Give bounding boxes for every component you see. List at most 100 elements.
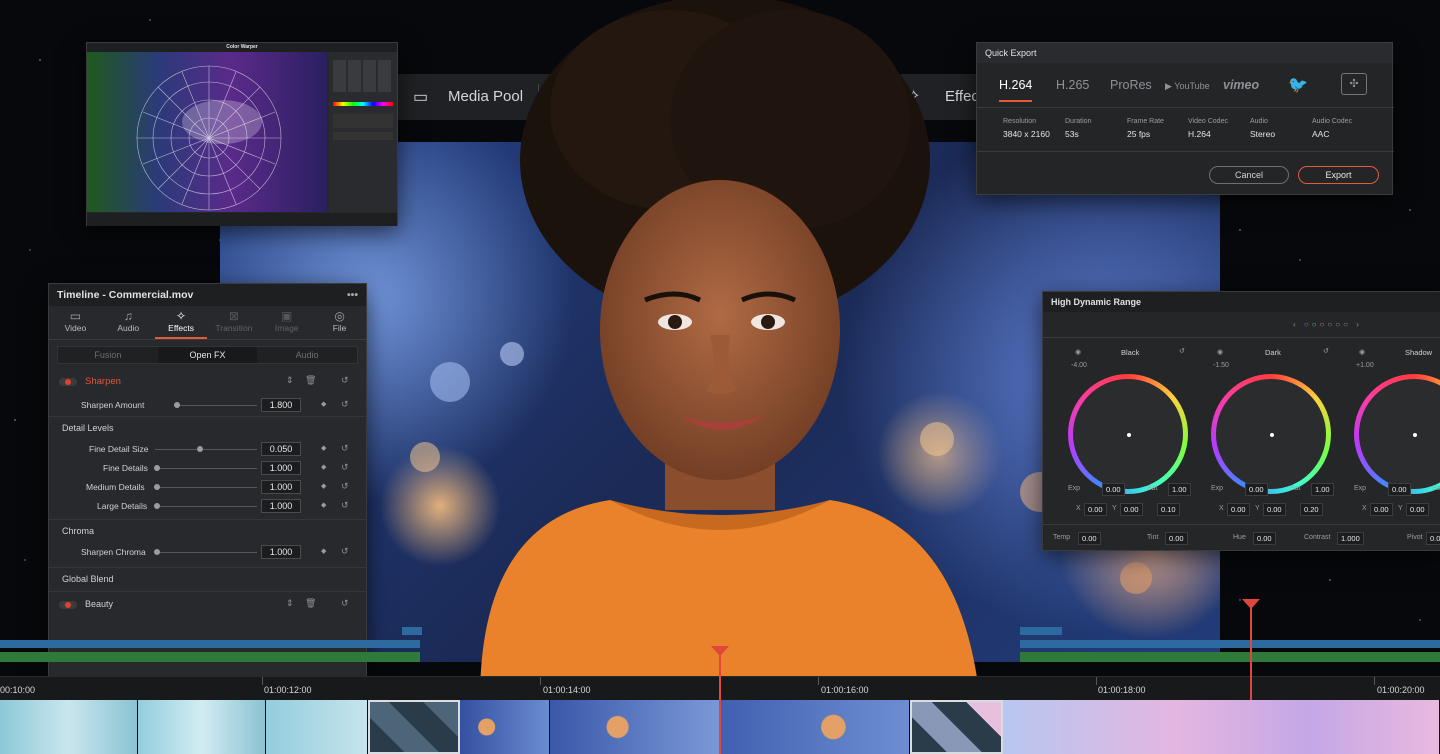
reset-icon[interactable]: ↺ xyxy=(341,500,349,511)
reset-icon[interactable]: ↺ xyxy=(1179,347,1185,355)
slider-knob[interactable] xyxy=(154,484,160,490)
format-h264[interactable]: H.264 xyxy=(999,78,1033,102)
tint-field[interactable]: 0.00 xyxy=(1165,532,1188,545)
color-warper-grid[interactable] xyxy=(87,52,327,212)
playhead[interactable] xyxy=(1250,606,1252,700)
sharpen-chroma-slider[interactable] xyxy=(155,552,257,553)
black-l-field[interactable]: 0.10 xyxy=(1157,503,1180,516)
black-sat-field[interactable]: 1.00 xyxy=(1168,483,1191,496)
tab-transition[interactable]: ⊠ Transition xyxy=(207,306,260,339)
playhead-handle[interactable] xyxy=(711,646,729,656)
audio-track-bar[interactable] xyxy=(0,652,420,662)
shadow-y-field[interactable]: 0.00 xyxy=(1406,503,1429,516)
dark-sat-field[interactable]: 1.00 xyxy=(1311,483,1334,496)
slider-knob[interactable] xyxy=(197,446,203,452)
sharpen-enable-toggle[interactable] xyxy=(59,378,77,386)
shadow-x-field[interactable]: 0.00 xyxy=(1370,503,1393,516)
trash-icon[interactable]: 🗑 xyxy=(305,598,316,609)
keyframe-icon[interactable]: ◆ xyxy=(321,463,326,471)
segment-fusion[interactable]: Fusion xyxy=(58,347,158,363)
format-vimeo[interactable]: vimeo xyxy=(1223,78,1259,92)
video-track-bar[interactable] xyxy=(0,640,420,648)
clip-thumbnail[interactable] xyxy=(138,700,266,754)
pivot-field[interactable]: 0.00 xyxy=(1426,532,1440,545)
frameio-icon[interactable]: ✣ xyxy=(1341,73,1367,95)
black-y-field[interactable]: 0.00 xyxy=(1120,503,1143,516)
wheel-page-dots[interactable]: ‹ ○○○○○○ › xyxy=(1293,320,1362,329)
sharpen-header[interactable]: Sharpen ⇕ 🗑 ↺ xyxy=(49,370,366,394)
slider-knob[interactable] xyxy=(174,402,180,408)
medium-details-slider[interactable] xyxy=(155,487,257,488)
playhead[interactable] xyxy=(719,655,721,754)
video-track-bar[interactable] xyxy=(402,627,422,635)
slider-knob[interactable] xyxy=(154,465,160,471)
slider-knob[interactable] xyxy=(154,503,160,509)
keyframe-icon[interactable]: ◆ xyxy=(321,547,326,555)
reset-icon[interactable]: ↺ xyxy=(341,399,349,410)
video-track-bar[interactable] xyxy=(1020,640,1440,648)
cancel-button[interactable]: Cancel xyxy=(1209,166,1289,184)
video-track-bar[interactable] xyxy=(1020,627,1062,635)
reset-icon[interactable]: ↺ xyxy=(341,598,349,609)
wheel-knob-icon[interactable]: ◉ xyxy=(1217,348,1223,356)
chroma-header[interactable]: Chroma xyxy=(49,519,366,543)
dark-color-wheel[interactable] xyxy=(1211,374,1331,494)
hue-field[interactable]: 0.00 xyxy=(1253,532,1276,545)
beauty-enable-toggle[interactable] xyxy=(59,601,77,609)
tab-image[interactable]: ▣ Image xyxy=(260,306,313,339)
segment-audio[interactable]: Audio xyxy=(257,347,357,363)
dark-l-field[interactable]: 0.20 xyxy=(1300,503,1323,516)
contrast-field[interactable]: 1.000 xyxy=(1337,532,1364,545)
fine-details-field[interactable]: 1.000 xyxy=(261,461,301,475)
reset-icon[interactable]: ↺ xyxy=(1323,347,1329,355)
clip-thumbnail[interactable] xyxy=(720,700,910,754)
format-h265[interactable]: H.265 xyxy=(1056,78,1089,92)
wheel-knob-icon[interactable]: ◉ xyxy=(1359,348,1365,356)
medium-details-field[interactable]: 1.000 xyxy=(261,480,301,494)
tab-effects[interactable]: ✧ Effects xyxy=(154,306,208,339)
large-details-slider[interactable] xyxy=(155,506,257,507)
reset-icon[interactable]: ↺ xyxy=(341,546,349,557)
slider-knob[interactable] xyxy=(154,549,160,555)
transition-clip[interactable] xyxy=(368,700,460,754)
beauty-header[interactable]: Beauty ⇕ 🗑 ↺ xyxy=(49,591,366,617)
keyframe-icon[interactable]: ◆ xyxy=(321,400,326,408)
keyframe-icon[interactable]: ◆ xyxy=(321,501,326,509)
shadow-exp-field[interactable]: 0.00 xyxy=(1388,483,1411,496)
more-options-icon[interactable]: ••• xyxy=(347,289,358,301)
reset-icon[interactable]: ↺ xyxy=(341,443,349,454)
dark-exp-field[interactable]: 0.00 xyxy=(1245,483,1268,496)
tab-video[interactable]: ▭ Video xyxy=(49,306,102,339)
transition-clip[interactable] xyxy=(910,700,1003,754)
fine-details-slider[interactable] xyxy=(155,468,257,469)
twitter-icon[interactable]: 🐦 xyxy=(1288,75,1308,95)
dark-y-field[interactable]: 0.00 xyxy=(1263,503,1286,516)
keyframe-icon[interactable]: ◆ xyxy=(321,482,326,490)
trash-icon[interactable]: 🗑 xyxy=(305,375,316,386)
format-youtube[interactable]: ▶ YouTube xyxy=(1165,81,1210,92)
black-x-field[interactable]: 0.00 xyxy=(1084,503,1107,516)
sharpen-amount-slider[interactable] xyxy=(175,405,257,406)
clip-thumbnail[interactable] xyxy=(1003,700,1440,754)
segment-open-fx[interactable]: Open FX xyxy=(157,347,258,363)
detail-levels-header[interactable]: Detail Levels xyxy=(49,416,366,440)
global-blend-header[interactable]: Global Blend xyxy=(49,567,366,591)
audio-track-bar[interactable] xyxy=(1020,652,1440,662)
keyframe-icon[interactable]: ◆ xyxy=(321,444,326,452)
clip-thumbnail[interactable] xyxy=(550,700,720,754)
tab-audio[interactable]: ♫ Audio xyxy=(102,306,155,339)
sharpen-amount-field[interactable]: 1.800 xyxy=(261,398,301,412)
clip-thumbnail[interactable] xyxy=(460,700,550,754)
reset-icon[interactable]: ↺ xyxy=(341,481,349,492)
color-warper-tools[interactable] xyxy=(329,52,397,212)
wheel-knob-icon[interactable]: ◉ xyxy=(1075,348,1081,356)
updown-icon[interactable]: ⇕ xyxy=(286,375,294,386)
updown-icon[interactable]: ⇕ xyxy=(286,598,294,609)
black-color-wheel[interactable] xyxy=(1068,374,1188,494)
format-prores[interactable]: ProRes xyxy=(1110,78,1152,92)
large-details-field[interactable]: 1.000 xyxy=(261,499,301,513)
export-button[interactable]: Export xyxy=(1298,166,1379,184)
black-exp-field[interactable]: 0.00 xyxy=(1102,483,1125,496)
playhead-handle[interactable] xyxy=(1242,599,1260,609)
dark-x-field[interactable]: 0.00 xyxy=(1227,503,1250,516)
